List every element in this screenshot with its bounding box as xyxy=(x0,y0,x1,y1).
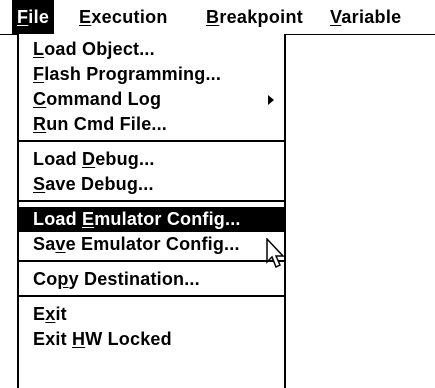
menu-item-label: Save Emulator Config... xyxy=(33,234,240,254)
menu-item-load-object[interactable]: Load Object... xyxy=(19,37,284,62)
menu-item-label: Load Object... xyxy=(33,39,155,59)
menu-item-label: Exit xyxy=(33,304,67,324)
menu-item-label: Command Log xyxy=(33,89,162,109)
chevron-right-icon xyxy=(268,95,274,105)
menu-item-label: Copy Destination... xyxy=(33,269,200,289)
menu-item-flash-programming[interactable]: Flash Programming... xyxy=(19,62,284,87)
menu-item-save-debug[interactable]: Save Debug... xyxy=(19,172,284,197)
menu-item-exit[interactable]: Exit xyxy=(19,302,284,327)
mouse-pointer-icon xyxy=(266,238,285,269)
menu-separator xyxy=(19,260,284,262)
menu-separator xyxy=(19,200,284,202)
menu-separator xyxy=(19,140,284,142)
menu-item-save-emulator-config[interactable]: Save Emulator Config... xyxy=(19,232,284,257)
menu-variable[interactable]: Variable xyxy=(325,0,406,34)
menu-separator xyxy=(19,295,284,297)
menu-breakpoint[interactable]: Breakpoint xyxy=(201,0,308,34)
menu-item-label: Load Debug... xyxy=(33,149,155,169)
menu-item-label: Run Cmd File... xyxy=(33,114,168,134)
menu-item-command-log[interactable]: Command Log xyxy=(19,87,284,112)
file-dropdown-menu: Load Object... Flash Programming... Comman… xyxy=(17,34,286,388)
menu-execution[interactable]: Execution xyxy=(74,0,173,34)
menu-item-load-emulator-config[interactable]: Load Emulator Config... xyxy=(19,207,284,232)
menu-item-label: Exit HW Locked xyxy=(33,329,172,349)
menu-item-label: Flash Programming... xyxy=(33,64,222,84)
menu-item-exit-hw-locked[interactable]: Exit HW Locked xyxy=(19,327,284,352)
menu-item-label: Save Debug... xyxy=(33,174,154,194)
menu-bar: File Execution Breakpoint Variable xyxy=(0,0,435,35)
menu-item-copy-destination[interactable]: Copy Destination... xyxy=(19,267,284,292)
menu-item-label: Load Emulator Config... xyxy=(33,209,241,229)
menu-file[interactable]: File xyxy=(12,0,55,34)
menu-item-load-debug[interactable]: Load Debug... xyxy=(19,147,284,172)
menu-item-run-cmd-file[interactable]: Run Cmd File... xyxy=(19,112,284,137)
